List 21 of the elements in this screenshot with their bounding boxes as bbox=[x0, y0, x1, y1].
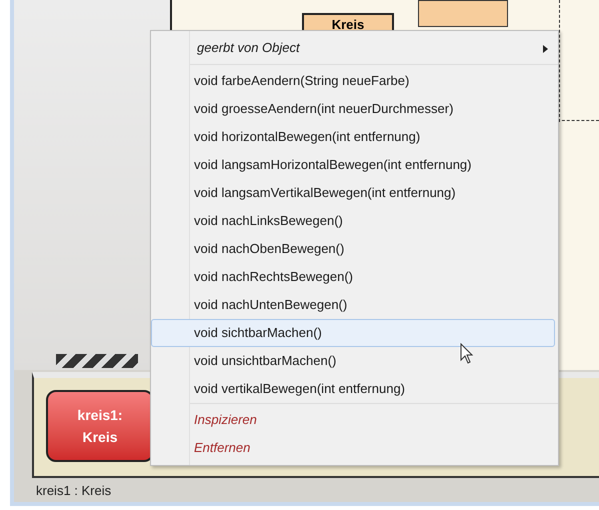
menu-item[interactable]: void groesseAendern(int neuerDurchmesser) bbox=[151, 95, 555, 123]
object-class: Kreis bbox=[82, 428, 118, 447]
menu-item[interactable]: void nachUntenBewegen() bbox=[151, 291, 555, 319]
object-name: kreis1: bbox=[77, 406, 123, 425]
stripe-icon bbox=[56, 354, 138, 368]
submenu-arrow-icon bbox=[543, 45, 548, 53]
menu-item[interactable]: void sichtbarMachen() bbox=[151, 319, 555, 347]
menu-item[interactable]: void nachLinksBewegen() bbox=[151, 207, 555, 235]
menu-item[interactable]: void unsichtbarMachen() bbox=[151, 347, 555, 375]
menu-item[interactable]: void vertikalBewegen(int entfernung) bbox=[151, 375, 555, 403]
menu-item[interactable]: void langsamVertikalBewegen(int entfernung) bbox=[151, 179, 555, 207]
cursor-icon bbox=[460, 343, 474, 365]
menu-item[interactable]: void nachRechtsBewegen() bbox=[151, 263, 555, 291]
object-caption: kreis1 : Kreis bbox=[36, 482, 112, 500]
menu-item[interactable]: void farbeAendern(String neueFarbe) bbox=[151, 67, 555, 95]
menu-item[interactable]: Entfernen bbox=[151, 434, 555, 462]
menu-item[interactable]: Inspizieren bbox=[151, 406, 555, 434]
menu-item[interactable]: void nachObenBewegen() bbox=[151, 235, 555, 263]
menu-item[interactable]: geerbt von Object bbox=[154, 34, 555, 62]
menu-item[interactable]: void langsamHorizontalBewegen(int entfernung) bbox=[151, 151, 555, 179]
menu-item[interactable]: void horizontalBewegen(int entfernung) bbox=[151, 123, 555, 151]
